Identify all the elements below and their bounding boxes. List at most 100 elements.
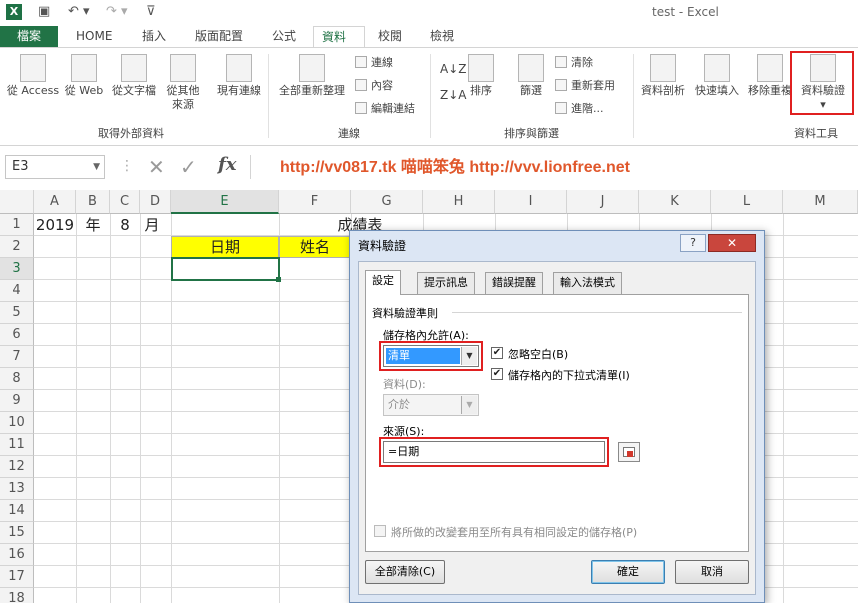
- group-label-connections: 連線: [338, 127, 360, 140]
- column-header[interactable]: L: [711, 190, 783, 214]
- cell-d1[interactable]: 月: [140, 215, 164, 236]
- row-header[interactable]: 12: [0, 456, 34, 478]
- row-header[interactable]: 14: [0, 500, 34, 522]
- tab-view[interactable]: 檢視: [422, 26, 462, 48]
- tab-page-layout[interactable]: 版面配置: [187, 26, 251, 48]
- column-header[interactable]: K: [639, 190, 711, 214]
- undo-icon[interactable]: ↶ ▾: [68, 4, 90, 20]
- clear-filter-button[interactable]: 清除: [555, 54, 593, 72]
- connections-button[interactable]: 連線: [355, 54, 393, 72]
- customize-qat-icon[interactable]: ⊽: [146, 4, 156, 20]
- grid-line: [76, 214, 77, 603]
- fill-handle[interactable]: [276, 277, 281, 282]
- cell-e2[interactable]: 日期: [171, 237, 279, 258]
- chevron-down-icon: ▼: [93, 162, 100, 172]
- row-header[interactable]: 9: [0, 390, 34, 412]
- reapply-button[interactable]: 重新套用: [555, 77, 615, 95]
- text-to-columns-button[interactable]: 資料剖析: [638, 54, 688, 98]
- row-header[interactable]: 7: [0, 346, 34, 368]
- column-header[interactable]: I: [495, 190, 567, 214]
- row-header[interactable]: 13: [0, 478, 34, 500]
- tab-formulas[interactable]: 公式: [264, 26, 304, 48]
- cell-b1[interactable]: 年: [76, 215, 110, 236]
- cancel-icon[interactable]: ✕: [148, 155, 165, 179]
- from-access-button[interactable]: 從 Access: [6, 54, 60, 98]
- row-header[interactable]: 15: [0, 522, 34, 544]
- web-icon: [71, 54, 97, 82]
- sort-button[interactable]: 排序: [464, 54, 498, 98]
- name-box[interactable]: E3 ▼: [5, 155, 105, 179]
- cell-a1[interactable]: 2019: [34, 215, 76, 236]
- edit-links-icon: [355, 102, 367, 114]
- row-header[interactable]: 1: [0, 214, 34, 236]
- clear-all-button[interactable]: 全部清除(C): [365, 560, 445, 584]
- tab-settings[interactable]: 設定: [365, 270, 401, 295]
- cell-f2[interactable]: 姓名: [279, 237, 351, 258]
- row-header[interactable]: 16: [0, 544, 34, 566]
- tab-file[interactable]: 檔案: [0, 26, 58, 48]
- connections-icon: [226, 54, 252, 82]
- connections-label: 連線: [371, 56, 393, 69]
- tab-review[interactable]: 校閱: [370, 26, 410, 48]
- tab-data[interactable]: 資料: [313, 26, 365, 48]
- tab-ime-mode[interactable]: 輸入法模式: [553, 272, 622, 294]
- column-header[interactable]: F: [279, 190, 351, 214]
- range-selector-icon[interactable]: [618, 442, 640, 462]
- column-header[interactable]: C: [110, 190, 140, 214]
- tab-insert[interactable]: 插入: [134, 26, 174, 48]
- select-all-corner[interactable]: [0, 190, 34, 214]
- column-header[interactable]: G: [351, 190, 423, 214]
- ignore-blank-checkbox[interactable]: ✔: [491, 347, 503, 359]
- flash-fill-button[interactable]: 快速填入: [692, 54, 742, 98]
- column-header[interactable]: M: [783, 190, 858, 214]
- row-header[interactable]: 11: [0, 434, 34, 456]
- save-icon[interactable]: ▣: [38, 4, 50, 20]
- in-cell-dropdown-checkbox[interactable]: ✔: [491, 368, 503, 380]
- filter-funnel-icon: [518, 54, 544, 82]
- row-header[interactable]: 5: [0, 302, 34, 324]
- column-header[interactable]: D: [140, 190, 171, 214]
- row-header[interactable]: 8: [0, 368, 34, 390]
- advanced-filter-button[interactable]: 進階...: [555, 100, 604, 118]
- column-header[interactable]: B: [76, 190, 110, 214]
- row-header[interactable]: 18: [0, 588, 34, 603]
- group-label-sort-filter: 排序與篩選: [504, 127, 559, 140]
- row-header[interactable]: 10: [0, 412, 34, 434]
- ok-button[interactable]: 確定: [591, 560, 665, 584]
- column-header-selected[interactable]: E: [171, 190, 279, 214]
- redo-icon[interactable]: ↷ ▾: [106, 4, 128, 20]
- sort-az-icon[interactable]: A↓Z: [440, 60, 466, 78]
- from-other-sources-button[interactable]: 從其他 來源: [162, 54, 204, 112]
- tab-error-alert[interactable]: 錯誤提醒: [485, 272, 543, 294]
- filter-button[interactable]: 篩選: [514, 54, 548, 98]
- filter-label: 篩選: [520, 84, 542, 97]
- sort-za-icon[interactable]: Z↓A: [440, 86, 466, 104]
- edit-links-button[interactable]: 編輯連結: [355, 100, 415, 118]
- row-header[interactable]: 3: [0, 258, 34, 280]
- column-header[interactable]: H: [423, 190, 495, 214]
- remove-duplicates-button[interactable]: 移除重複: [745, 54, 795, 98]
- row-header[interactable]: 6: [0, 324, 34, 346]
- from-web-button[interactable]: 從 Web: [62, 54, 106, 98]
- row-header[interactable]: 17: [0, 566, 34, 588]
- refresh-all-button[interactable]: 全部重新整理: [274, 54, 350, 98]
- cell-c1[interactable]: 8: [110, 215, 140, 236]
- column-header[interactable]: J: [567, 190, 639, 214]
- from-text-button[interactable]: 從文字檔: [108, 54, 160, 98]
- advanced-label: 進階...: [571, 102, 604, 115]
- enter-icon[interactable]: ✓: [180, 155, 197, 179]
- title-bar: X ▣ ↶ ▾ ↷ ▾ ⊽ test - Excel: [0, 0, 858, 24]
- existing-connections-button[interactable]: 現有連線: [212, 54, 266, 98]
- row-header[interactable]: 4: [0, 280, 34, 302]
- highlight-allow: [379, 341, 483, 371]
- close-button[interactable]: ✕: [708, 234, 756, 252]
- row-header[interactable]: 2: [0, 236, 34, 258]
- column-header[interactable]: A: [34, 190, 76, 214]
- help-button[interactable]: ?: [680, 234, 706, 252]
- tab-input-message[interactable]: 提示訊息: [417, 272, 475, 294]
- insert-function-icon[interactable]: fx: [218, 154, 236, 175]
- properties-button[interactable]: 內容: [355, 77, 393, 95]
- tab-home[interactable]: HOME: [68, 26, 120, 48]
- active-cell-e3[interactable]: [171, 257, 280, 281]
- cancel-button[interactable]: 取消: [675, 560, 749, 584]
